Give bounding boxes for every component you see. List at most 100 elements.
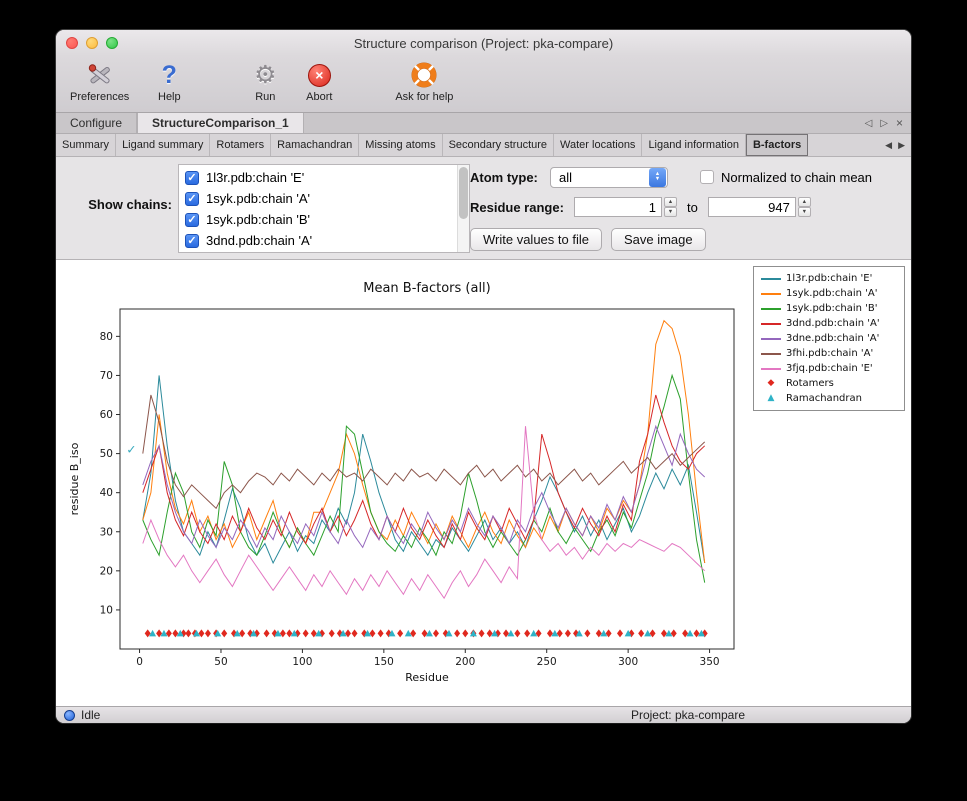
- scrollbar-thumb[interactable]: [459, 167, 468, 219]
- titlebar[interactable]: Structure comparison (Project: pka-compa…: [56, 30, 911, 56]
- subtab-ligand-summary[interactable]: Ligand summary: [116, 134, 210, 156]
- traffic-lights: [66, 37, 118, 49]
- app-window: Structure comparison (Project: pka-compa…: [56, 30, 911, 723]
- write-values-button[interactable]: Write values to file: [470, 228, 602, 251]
- help-button[interactable]: ? Help: [143, 60, 195, 103]
- rotamers-marker: [638, 629, 644, 637]
- residue-from-input[interactable]: [574, 197, 662, 217]
- x-axis-label: Residue: [405, 671, 449, 684]
- checkbox-checked-icon[interactable]: ✓: [185, 192, 199, 206]
- rotamers-marker: [378, 629, 384, 637]
- checkbox-checked-icon[interactable]: ✓: [185, 171, 199, 185]
- subtab-prev-icon[interactable]: ◀: [885, 140, 892, 151]
- rotamers-marker: [221, 629, 227, 637]
- minimize-window-button[interactable]: [86, 37, 98, 49]
- y-tick-label: 80: [100, 331, 113, 343]
- chain-list-item[interactable]: ✓ 1syk.pdb:chain 'B': [179, 209, 457, 230]
- legend-item: ◆Rotamers: [759, 376, 899, 391]
- stepper-down-icon: ▼: [664, 207, 677, 217]
- legend-item: 3fjq.pdb:chain 'E': [759, 361, 899, 376]
- tab-configure[interactable]: Configure: [56, 113, 137, 133]
- rotamers-marker: [454, 629, 460, 637]
- zoom-window-button[interactable]: [106, 37, 118, 49]
- status-dot-icon: [64, 710, 75, 721]
- rotamers-marker: [185, 629, 191, 637]
- preferences-button[interactable]: Preferences: [70, 60, 129, 103]
- status-text: Idle: [81, 708, 100, 722]
- rotamers-marker: [397, 629, 403, 637]
- series-line: [143, 321, 705, 563]
- project-label: Project: pka-compare: [631, 708, 745, 722]
- tab-next-icon[interactable]: ▷: [880, 118, 888, 129]
- ask-for-help-button[interactable]: Ask for help: [395, 60, 453, 103]
- checkbox-unchecked-icon[interactable]: [700, 170, 714, 184]
- series-line: [143, 375, 705, 582]
- y-tick-label: 50: [100, 448, 113, 460]
- tab-prev-icon[interactable]: ◁: [865, 118, 873, 129]
- legend-item: 1syk.pdb:chain 'B': [759, 301, 899, 316]
- checkbox-checked-icon[interactable]: ✓: [185, 213, 199, 227]
- chart-panel: ✓0501001502002503003501020304050607080Me…: [56, 259, 911, 706]
- controls-panel: Show chains: ✓ 1l3r.pdb:chain 'E' ✓ 1syk…: [56, 157, 911, 259]
- gear-icon: ⚙: [254, 60, 276, 90]
- tab-close-icon[interactable]: ×: [896, 116, 903, 130]
- question-mark-icon: ?: [162, 60, 177, 90]
- atom-type-select[interactable]: all ▲▼: [550, 167, 668, 188]
- toolbar: Preferences ? Help ⚙ Run × Abort: [56, 56, 911, 113]
- rotamers-marker: [565, 629, 571, 637]
- rotamers-marker: [617, 629, 623, 637]
- run-button[interactable]: ⚙ Run: [239, 60, 291, 103]
- legend-label: 3dnd.pdb:chain 'A': [786, 318, 880, 329]
- lifebuoy-icon: [411, 60, 437, 90]
- x-tick-label: 250: [537, 656, 557, 668]
- legend-item: 3dne.pdb:chain 'A': [759, 331, 899, 346]
- tab-structurecomparison-1[interactable]: StructureComparison_1: [137, 113, 304, 133]
- toolbar-label: Ask for help: [395, 91, 453, 103]
- legend-line-swatch: [759, 338, 783, 340]
- y-tick-label: 30: [100, 526, 113, 538]
- abort-button[interactable]: × Abort: [293, 60, 345, 103]
- subtab-water-locations[interactable]: Water locations: [554, 134, 642, 156]
- subtab-rotamers[interactable]: Rotamers: [210, 134, 271, 156]
- subtab-ligand-information[interactable]: Ligand information: [642, 134, 746, 156]
- subtab-secondary-structure[interactable]: Secondary structure: [443, 134, 554, 156]
- x-tick-label: 0: [136, 656, 143, 668]
- subtab-ramachandran[interactable]: Ramachandran: [271, 134, 359, 156]
- legend-label: 1l3r.pdb:chain 'E': [786, 273, 872, 284]
- residue-to-input[interactable]: [708, 197, 796, 217]
- subtab-b-factors[interactable]: B-factors: [746, 134, 808, 156]
- stepper-up-icon: ▲: [798, 197, 811, 207]
- residue-to-stepper[interactable]: ▲ ▼: [798, 197, 811, 217]
- bfactor-chart: ✓0501001502002503003501020304050607080Me…: [62, 264, 744, 694]
- subtab-missing-atoms[interactable]: Missing atoms: [359, 134, 442, 156]
- residue-from-stepper[interactable]: ▲ ▼: [664, 197, 677, 217]
- legend-item: 1l3r.pdb:chain 'E': [759, 271, 899, 286]
- rotamers-marker: [514, 629, 520, 637]
- rotamers-marker: [584, 629, 590, 637]
- rotamers-marker: [462, 629, 468, 637]
- subtab-next-icon[interactable]: ▶: [898, 140, 905, 151]
- series-line: [143, 426, 705, 598]
- subtab-nav: ◀ ▶: [879, 134, 911, 156]
- chain-list-item[interactable]: ✓ 3dnd.pdb:chain 'A': [179, 230, 457, 251]
- chain-list-scrollbar[interactable]: [457, 165, 469, 252]
- legend-item: ▲Ramachandran: [759, 391, 899, 406]
- chain-list-item[interactable]: ✓ 1l3r.pdb:chain 'E': [179, 167, 457, 188]
- legend-diamond-icon: ◆: [759, 379, 783, 388]
- normalized-label: Normalized to chain mean: [721, 170, 872, 185]
- checkbox-checked-icon[interactable]: ✓: [185, 234, 199, 248]
- y-tick-label: 20: [100, 565, 113, 577]
- x-tick-label: 100: [292, 656, 312, 668]
- subtab-summary[interactable]: Summary: [56, 134, 116, 156]
- y-axis-label: residue B_iso: [68, 442, 81, 515]
- normalized-checkbox-group[interactable]: Normalized to chain mean: [700, 170, 872, 185]
- chain-list-item[interactable]: ✓ 1syk.pdb:chain 'A': [179, 188, 457, 209]
- close-window-button[interactable]: [66, 37, 78, 49]
- show-chains-label: Show chains:: [76, 197, 172, 212]
- save-image-button[interactable]: Save image: [611, 228, 706, 251]
- legend-label: 3dne.pdb:chain 'A': [786, 333, 879, 344]
- rotamers-marker: [303, 629, 309, 637]
- chain-label: 1syk.pdb:chain 'B': [206, 212, 310, 227]
- legend-label: 3fjq.pdb:chain 'E': [786, 363, 873, 374]
- legend-label: 3fhi.pdb:chain 'A': [786, 348, 873, 359]
